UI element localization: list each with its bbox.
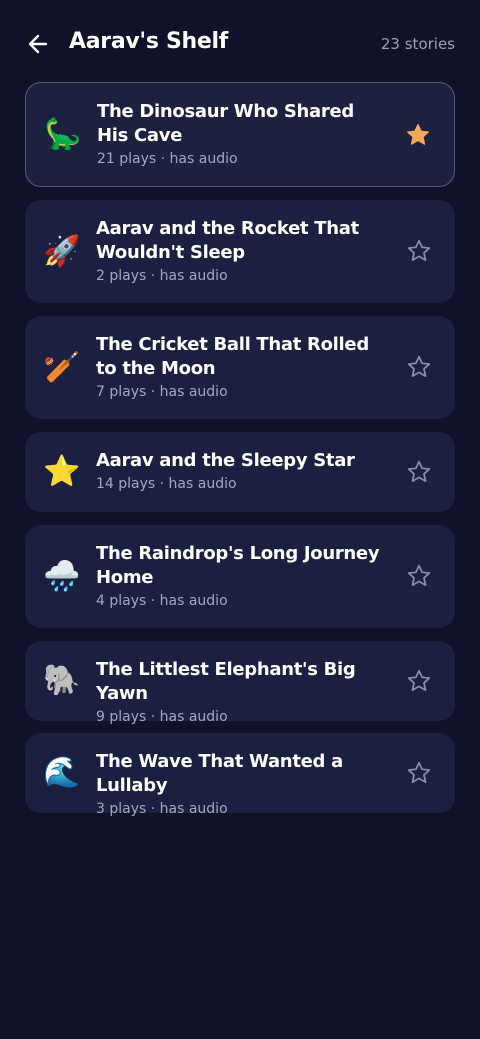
star-outline-icon: [407, 564, 431, 586]
favorite-button[interactable]: [403, 757, 435, 789]
star-outline-icon: [407, 460, 431, 482]
story-card[interactable]: 🚀 Aarav and the Rocket That Wouldn't Sle…: [25, 200, 455, 303]
favorite-button[interactable]: [403, 456, 435, 488]
story-title: The Dinosaur Who Shared His Cave: [97, 101, 354, 146]
star-outline-icon: [407, 669, 431, 691]
story-title: The Littlest Elephant's Big Yawn: [96, 659, 356, 704]
story-card[interactable]: 🦕 The Dinosaur Who Shared His Cave 21 pl…: [25, 82, 455, 187]
story-meta: 7 plays · has audio: [96, 384, 228, 400]
story-meta: 21 plays · has audio: [97, 151, 238, 167]
story-meta: 4 plays · has audio: [96, 593, 228, 609]
rain-cloud-icon: 🌧️: [43, 559, 81, 594]
star-outline-icon: [407, 239, 431, 261]
story-card[interactable]: 🐘 The Littlest Elephant's Big Yawn 9 pla…: [25, 641, 455, 725]
story-meta: 3 plays · has audio: [96, 801, 228, 817]
favorite-button[interactable]: [403, 351, 435, 383]
favorite-button[interactable]: [403, 560, 435, 592]
story-title: The Raindrop's Long Journey Home: [96, 543, 380, 588]
wave-icon: 🌊: [43, 755, 81, 790]
favorite-button[interactable]: [402, 119, 434, 151]
rocket-icon: 🚀: [43, 234, 81, 269]
story-count: 23 stories: [380, 35, 455, 53]
back-button[interactable]: [24, 30, 52, 58]
story-meta: 14 plays · has audio: [96, 476, 237, 492]
story-meta: 9 plays · has audio: [96, 709, 228, 725]
header: Aarav's Shelf 23 stories: [0, 0, 480, 88]
story-meta: 2 plays · has audio: [96, 268, 228, 284]
story-title: Aarav and the Rocket That Wouldn't Sleep: [96, 218, 359, 263]
story-title: The Wave That Wanted a Lullaby: [96, 751, 343, 796]
dinosaur-icon: 🦕: [44, 117, 82, 152]
favorite-button[interactable]: [403, 235, 435, 267]
story-title: Aarav and the Sleepy Star: [96, 450, 355, 471]
star-outline-icon: [407, 761, 431, 783]
page-title: Aarav's Shelf: [69, 29, 229, 54]
story-card[interactable]: 🌊 The Wave That Wanted a Lullaby 3 plays…: [25, 733, 455, 817]
story-card[interactable]: 🏏 The Cricket Ball That Rolled to the Mo…: [25, 316, 455, 419]
story-card[interactable]: 🌧️ The Raindrop's Long Journey Home 4 pl…: [25, 525, 455, 628]
favorite-button[interactable]: [403, 665, 435, 697]
star-filled-icon: [407, 124, 429, 145]
cricket-bat-icon: 🏏: [43, 350, 81, 385]
star-icon: ⭐: [43, 454, 81, 489]
elephant-icon: 🐘: [43, 663, 81, 698]
story-title: The Cricket Ball That Rolled to the Moon: [96, 334, 369, 379]
star-outline-icon: [407, 355, 431, 377]
arrow-left-icon: [28, 34, 48, 54]
story-card[interactable]: ⭐ Aarav and the Sleepy Star 14 plays · h…: [25, 432, 455, 512]
